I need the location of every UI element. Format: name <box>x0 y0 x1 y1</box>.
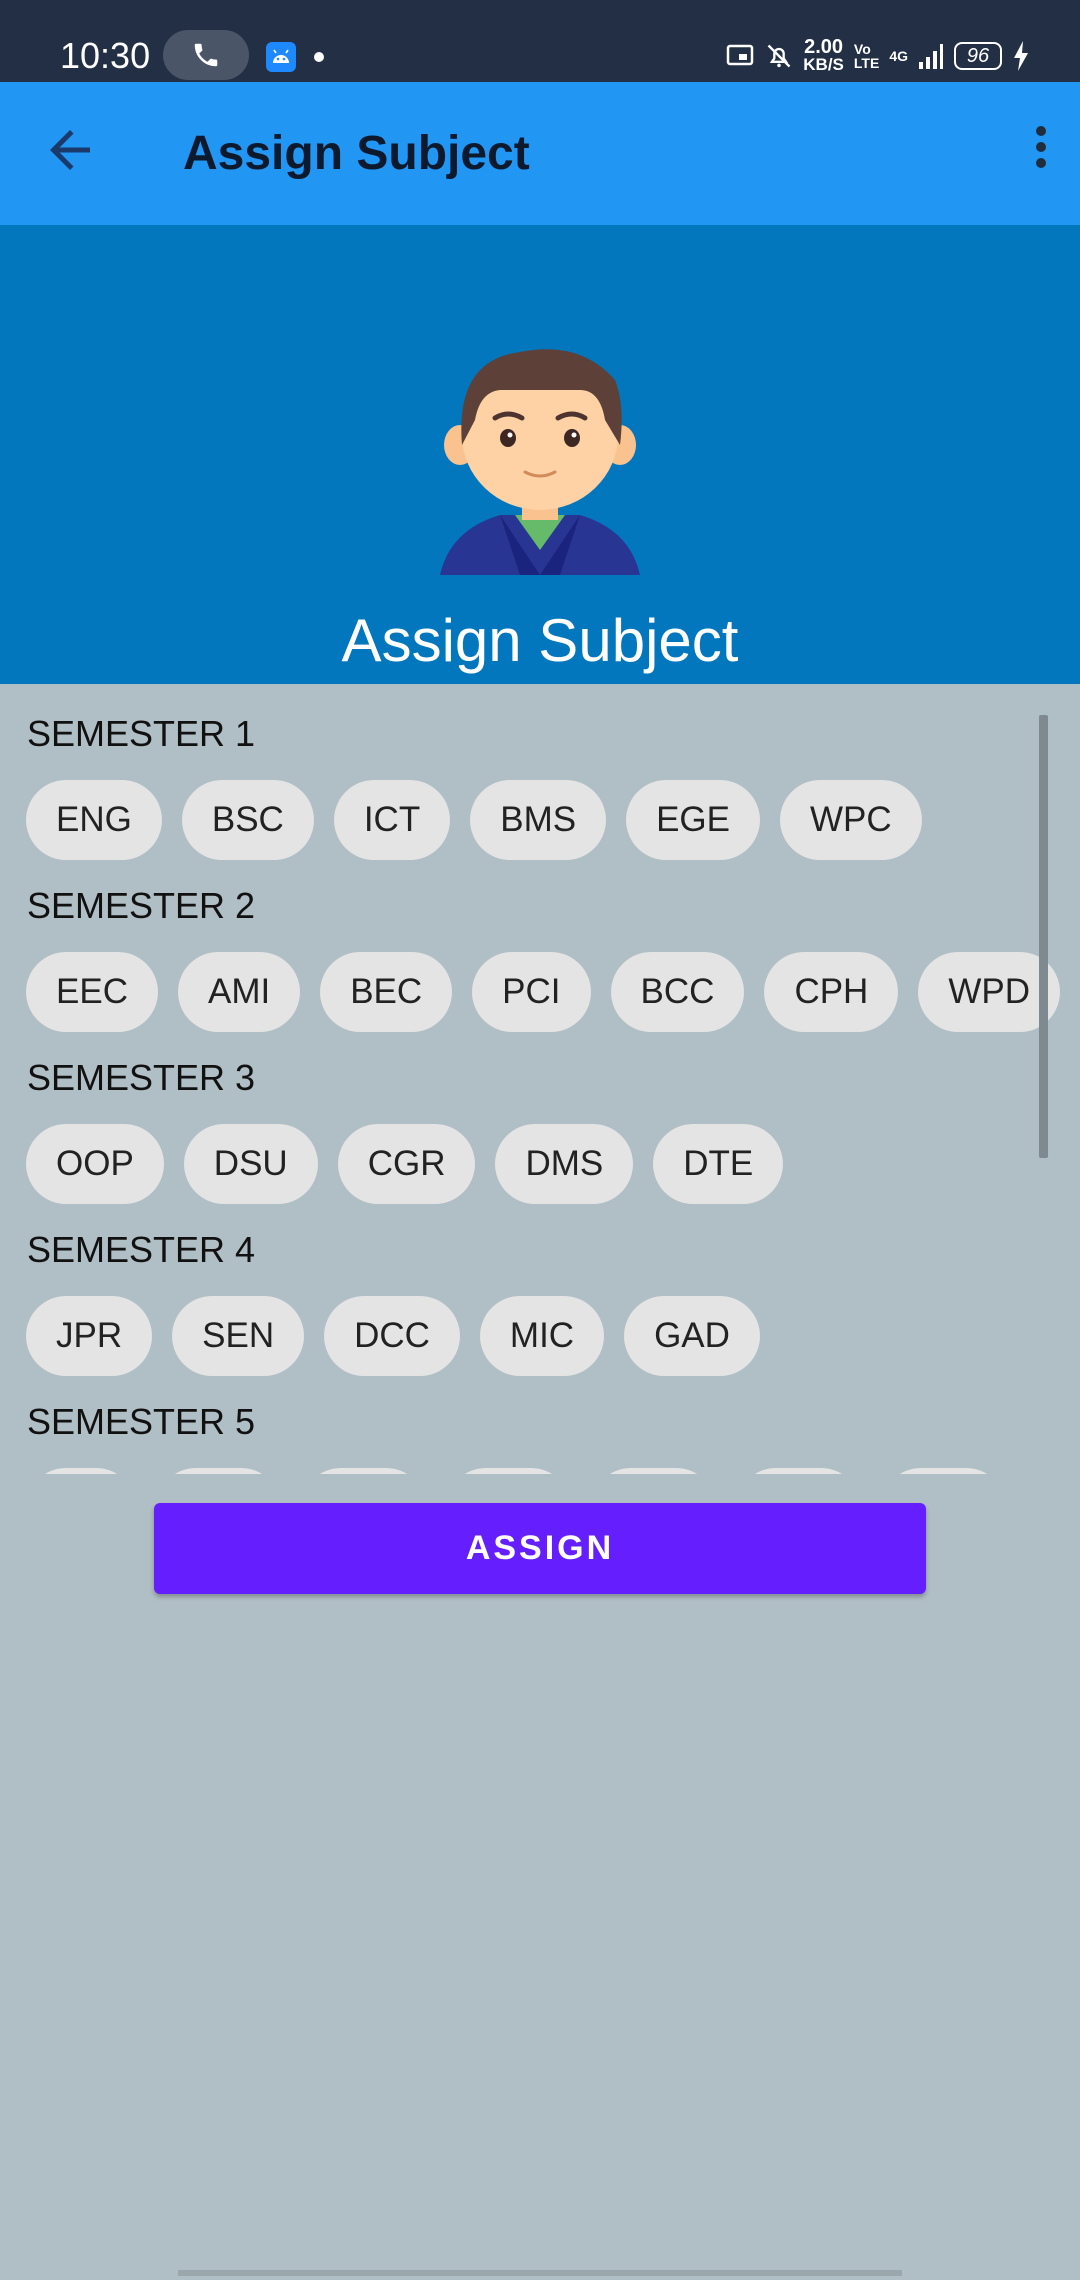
avatar <box>440 349 640 575</box>
page-title: Assign Subject <box>183 127 530 180</box>
subject-chip[interactable] <box>156 1468 281 1474</box>
semester-5-chips <box>26 1468 1006 1474</box>
semester-1-title: SEMESTER 1 <box>27 713 256 754</box>
subject-chip[interactable]: BMS <box>470 780 607 860</box>
subject-chip[interactable]: DSU <box>183 1124 318 1204</box>
network-speed: 2.00 KB/S <box>803 36 844 74</box>
volte-indicator: Vo LTE <box>853 41 880 71</box>
subject-chip[interactable]: EEC <box>26 952 158 1032</box>
subject-chip[interactable]: WPC <box>780 780 922 860</box>
subject-chip[interactable] <box>881 1468 1006 1474</box>
semester-3-title: SEMESTER 3 <box>27 1057 256 1098</box>
subject-chip[interactable]: DTE <box>653 1124 784 1204</box>
more-options-button[interactable] <box>1016 120 1066 180</box>
semester-3-chips: OOP DSU CGR DMS DTE <box>26 1124 784 1204</box>
subject-chip[interactable]: CPH <box>764 952 899 1032</box>
subject-chip[interactable] <box>26 1468 136 1474</box>
subject-chip[interactable] <box>591 1468 716 1474</box>
semester-5-title: SEMESTER 5 <box>27 1401 256 1442</box>
status-icons: 2.00 KB/S Vo LTE 4G 96 <box>725 36 1030 76</box>
semester-4-chips: JPR SEN DCC MIC GAD <box>26 1296 760 1376</box>
navigation-handle[interactable] <box>178 2270 902 2276</box>
subject-chip[interactable]: AMI <box>177 952 301 1032</box>
subject-chip[interactable]: BEC <box>320 952 453 1032</box>
subject-chip[interactable] <box>301 1468 426 1474</box>
semester-2-title: SEMESTER 2 <box>27 885 256 926</box>
subject-chip[interactable]: DMS <box>495 1124 634 1204</box>
mute-bell-icon <box>767 44 791 68</box>
subject-chip[interactable]: BSC <box>181 780 314 860</box>
app-bar: Assign Subject <box>0 82 1080 225</box>
network-type: 4G <box>889 48 908 64</box>
subject-chip[interactable]: JPR <box>26 1296 153 1376</box>
semester-list[interactable]: SEMESTER 1 ENG BSC ICT BMS EGE WPC SEMES… <box>0 684 1080 1474</box>
semester-2-chips: EEC AMI BEC PCI BCC CPH WPD <box>26 952 1060 1032</box>
subject-chip[interactable]: SEN <box>172 1296 305 1376</box>
header-banner: Assign Subject <box>0 225 1080 684</box>
charging-icon <box>1014 41 1028 71</box>
subject-chip[interactable]: OOP <box>26 1124 164 1204</box>
assign-button[interactable]: ASSIGN <box>154 1503 926 1594</box>
cast-icon <box>727 44 754 66</box>
status-time: 10:30 <box>60 35 151 76</box>
signal-icon <box>919 44 943 69</box>
notification-dot <box>314 52 324 62</box>
subject-chip[interactable]: ENG <box>26 780 162 860</box>
subject-chip[interactable]: PCI <box>472 952 591 1032</box>
subject-chip[interactable]: GAD <box>624 1296 760 1376</box>
subject-chip[interactable]: ICT <box>333 780 451 860</box>
more-vert-icon <box>1036 126 1046 136</box>
semester-4-title: SEMESTER 4 <box>27 1229 256 1270</box>
subject-chip[interactable]: EGE <box>626 780 760 860</box>
subject-chip[interactable]: MIC <box>479 1296 605 1376</box>
subject-chip[interactable]: DCC <box>324 1296 460 1376</box>
battery-indicator: 96 <box>954 42 1002 70</box>
status-bar: 10:30 2.00 KB/S Vo LTE 4G 96 <box>0 0 1080 82</box>
phone-icon <box>194 43 218 67</box>
arrow-left-icon <box>50 130 90 170</box>
subject-chip[interactable] <box>446 1468 571 1474</box>
header-title: Assign Subject <box>341 607 739 674</box>
ongoing-call-chip[interactable] <box>163 30 249 80</box>
app-notification-icon <box>266 42 296 72</box>
semester-1-chips: ENG BSC ICT BMS EGE WPC <box>26 780 922 860</box>
subject-chip[interactable]: BCC <box>610 952 745 1032</box>
subject-chip[interactable] <box>736 1468 861 1474</box>
scrollbar[interactable] <box>1039 715 1048 1158</box>
subject-chip[interactable]: CGR <box>337 1124 476 1204</box>
back-button[interactable] <box>40 120 100 180</box>
